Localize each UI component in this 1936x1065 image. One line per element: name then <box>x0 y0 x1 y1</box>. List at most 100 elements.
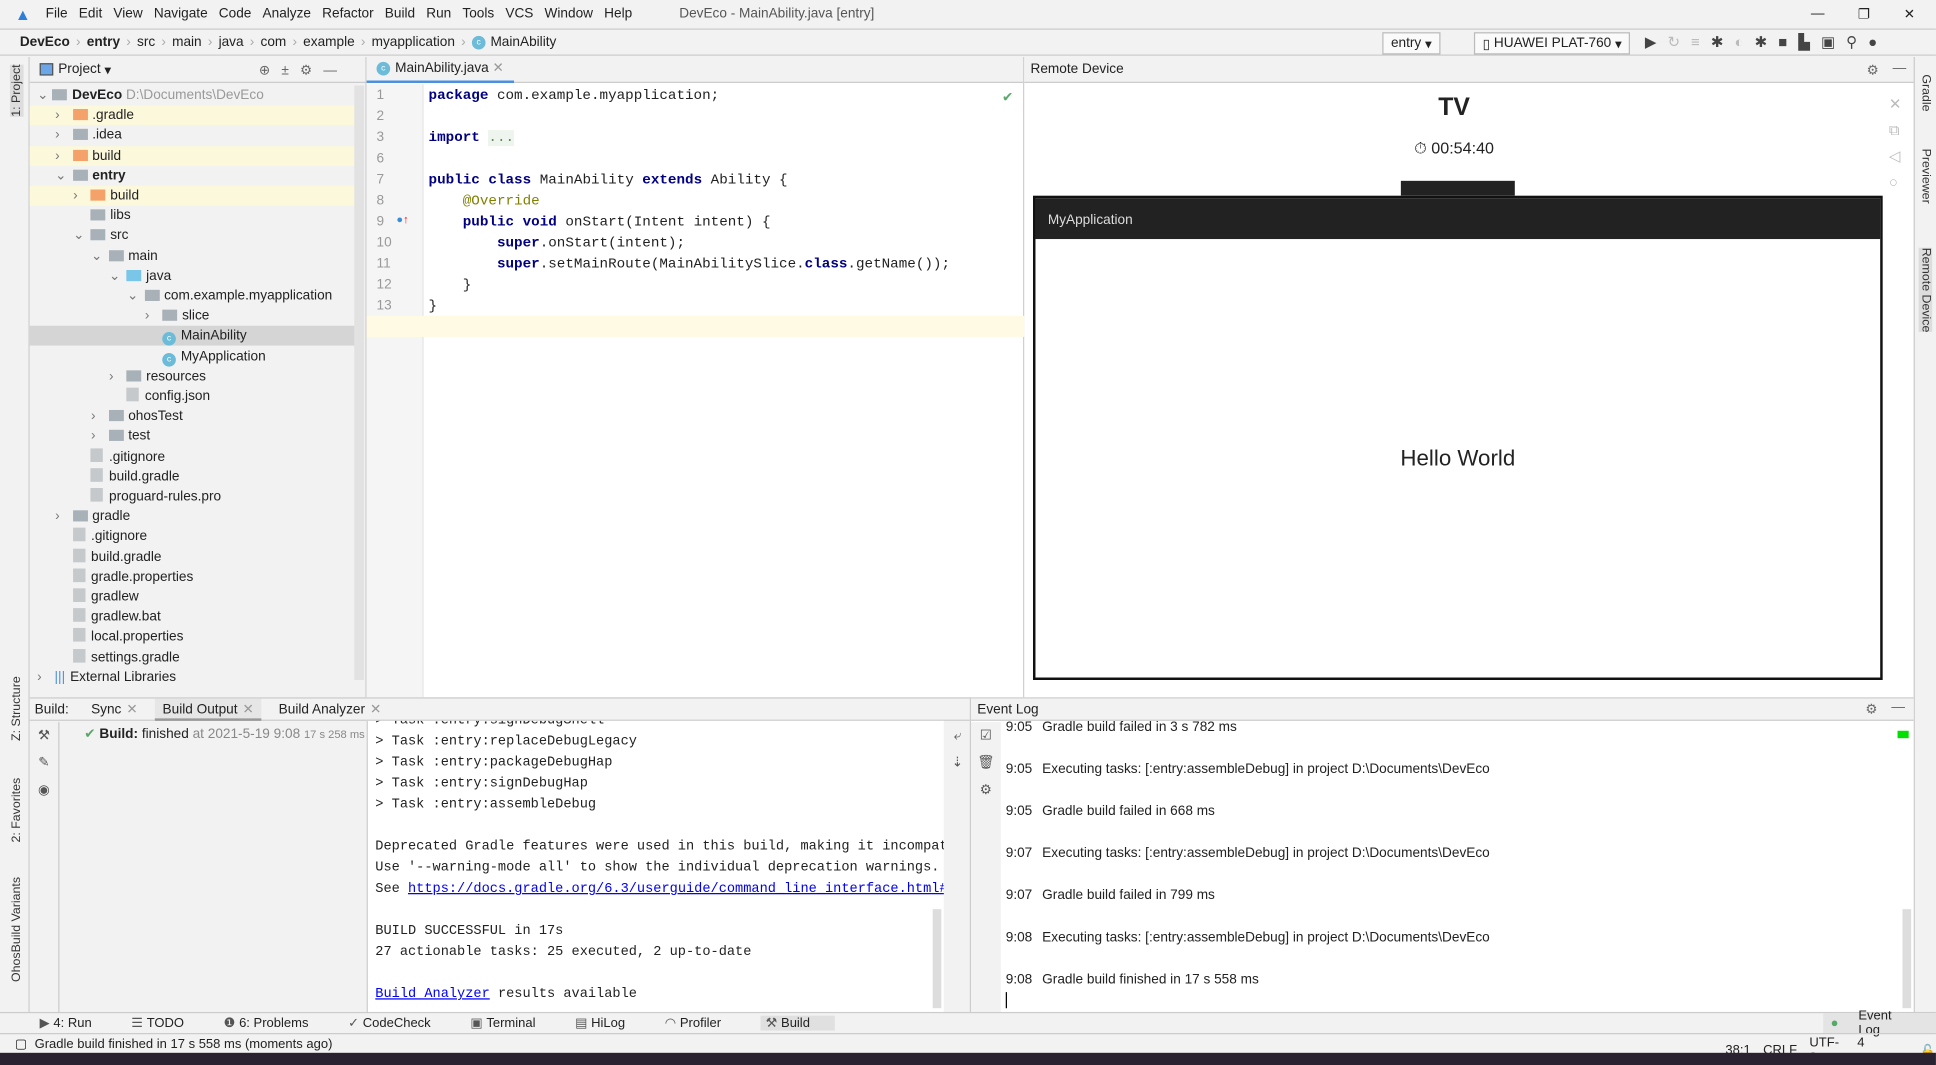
menu-tools[interactable]: Tools <box>462 6 494 21</box>
breadcrumb-item[interactable]: DevEco <box>20 35 70 50</box>
tree-item[interactable]: gradlew.bat <box>30 607 357 627</box>
tree-item[interactable]: local.properties <box>30 627 357 647</box>
event-log-toolbar[interactable]: ☑ 🗑 ⚙ <box>971 722 1001 1014</box>
close-tab-icon[interactable]: ✕ <box>370 702 381 717</box>
tree-item[interactable]: › slice <box>30 306 357 326</box>
tree-item[interactable]: ⌄ java <box>30 266 357 286</box>
chevron-right-icon[interactable]: › <box>55 126 72 146</box>
tree-item[interactable]: build.gradle <box>30 547 357 567</box>
project-tool-tab[interactable]: 1: Project <box>9 64 24 117</box>
event-log-button[interactable]: ● Event Log <box>1823 1008 1936 1038</box>
close-tab-icon[interactable]: ✕ <box>242 702 253 717</box>
tool-window-run[interactable]: ▶ 4: Run <box>40 1016 112 1031</box>
tree-item[interactable]: config.json <box>30 386 357 406</box>
build-analyzer-link[interactable]: Build Analyzer <box>375 987 489 1002</box>
menu-help[interactable]: Help <box>604 6 632 21</box>
tree-item[interactable]: › .gradle <box>29 105 357 126</box>
gradle-tool-tab[interactable]: Gradle <box>1919 74 1933 111</box>
close-tab-icon[interactable]: ✕ <box>493 57 504 79</box>
menu-file[interactable]: File <box>46 6 68 21</box>
breadcrumb-item[interactable]: entry <box>87 35 120 50</box>
project-structure-icon[interactable]: ▙ <box>1798 33 1809 50</box>
tree-item-root[interactable]: ⌄ DevEco D:\Documents\DevEco <box>30 85 357 105</box>
breadcrumb-item[interactable]: MainAbility <box>490 35 556 50</box>
event-log-list[interactable]: 9:05 Gradle build failed in 3 s 782 ms 9:0… <box>1001 720 1893 1013</box>
chevron-down-icon[interactable]: ⌄ <box>73 226 90 246</box>
tree-item[interactable]: c MyApplication <box>30 346 357 367</box>
tool-window-todo[interactable]: ☰ TODO <box>131 1016 204 1031</box>
tree-item[interactable]: › gradle <box>30 507 357 527</box>
restore-button[interactable]: ❐ <box>1858 6 1870 22</box>
chevron-down-icon[interactable]: ⌄ <box>55 166 72 186</box>
tree-item[interactable]: settings.gradle <box>30 647 357 667</box>
build-status[interactable]: ✔ Build: finished at 2021-5-19 9:08 17 s… <box>84 726 364 741</box>
close-button[interactable]: ✕ <box>1904 6 1915 22</box>
code-area[interactable]: package com.example.myapplication; import… <box>429 84 1024 697</box>
breadcrumb-item[interactable]: myapplication <box>372 35 455 50</box>
output-scrollbar[interactable] <box>932 909 942 1009</box>
tree-item[interactable]: proguard-rules.pro <box>30 487 357 507</box>
tree-item[interactable]: ⌄ com.example.myapplication <box>30 286 357 306</box>
chevron-right-icon[interactable]: › <box>91 406 108 426</box>
tree-item[interactable]: › build <box>29 145 357 166</box>
structure-tool-tab[interactable]: Z: Structure <box>10 676 24 741</box>
breadcrumb-item[interactable]: example <box>303 35 354 50</box>
menu-analyze[interactable]: Analyze <box>263 6 311 21</box>
tree-item[interactable]: .gitignore <box>30 447 357 467</box>
tree-item[interactable]: gradlew <box>30 587 357 607</box>
close-tab-icon[interactable]: ✕ <box>126 702 137 717</box>
device-controls[interactable]: ✕ ⧉ ◁ ○ <box>1889 92 1901 196</box>
build-side-toolbar[interactable]: ⚒ ✎ ◉ <box>30 722 60 1014</box>
breadcrumb-item[interactable]: src <box>137 35 155 50</box>
tree-item[interactable]: gradle.properties <box>30 567 357 587</box>
run-config-select[interactable]: entry ▾ <box>1382 32 1441 55</box>
tree-item[interactable]: › ohosTest <box>30 406 357 426</box>
tree-item[interactable]: › build <box>29 185 357 206</box>
menu-edit[interactable]: Edit <box>79 6 102 21</box>
log-scrollbar[interactable] <box>1902 909 1912 1009</box>
build-variants-tool-tab[interactable]: OhosBuild Variants <box>10 877 24 982</box>
menu-code[interactable]: Code <box>219 6 252 21</box>
tool-window-hilog[interactable]: ▤ HiLog <box>575 1016 645 1031</box>
profile-icon[interactable]: ✱ <box>1755 33 1767 50</box>
favorites-tool-tab[interactable]: 2: Favorites <box>10 778 24 843</box>
device-select[interactable]: ▯ HUAWEI PLAT-760 ▾ <box>1473 32 1631 55</box>
menu-run[interactable]: Run <box>426 6 451 21</box>
tool-window-terminal[interactable]: ▣ Terminal <box>470 1016 555 1031</box>
previewer-tool-tab[interactable]: Previewer <box>1919 149 1933 204</box>
menu-vcs[interactable]: VCS <box>505 6 533 21</box>
gradle-docs-link[interactable]: https://docs.gradle.org/6.3/userguide/co… <box>408 882 944 897</box>
rerun-icon[interactable]: ↻ <box>1667 33 1679 50</box>
chevron-down-icon[interactable]: ⌄ <box>109 266 126 286</box>
tree-item[interactable]: .gitignore <box>30 527 357 547</box>
menu-view[interactable]: View <box>113 6 142 21</box>
stop-icon[interactable]: ■ <box>1778 33 1787 50</box>
menu-build[interactable]: Build <box>385 6 415 21</box>
chevron-right-icon[interactable]: › <box>145 306 162 326</box>
chevron-down-icon[interactable]: ⌄ <box>91 246 108 266</box>
tool-window-profiler[interactable]: ◠ Profiler <box>665 1016 741 1031</box>
project-view-select[interactable]: Project <box>58 62 100 77</box>
output-toolbar[interactable]: ⤶ ⇣ <box>944 722 971 1013</box>
tree-item[interactable]: c MainAbility <box>29 326 357 347</box>
debug-icon[interactable]: ✱ <box>1711 33 1723 50</box>
breadcrumb-item[interactable]: com <box>261 35 287 50</box>
tool-window-build[interactable]: ⚒ Build <box>760 1015 835 1031</box>
tree-item[interactable]: › test <box>30 427 357 447</box>
chevron-right-icon[interactable]: › <box>55 106 72 126</box>
minimize-button[interactable]: — <box>1811 6 1825 21</box>
tool-window-codecheck[interactable]: ✓ CodeCheck <box>348 1016 450 1031</box>
breadcrumb-item[interactable]: main <box>172 35 202 50</box>
tree-item[interactable]: ⌄ src <box>30 226 357 246</box>
menu-window[interactable]: Window <box>545 6 593 21</box>
chevron-right-icon[interactable]: › <box>91 427 108 447</box>
hide-icon[interactable]: — <box>1891 700 1905 715</box>
tree-item[interactable]: libs <box>30 206 357 226</box>
search-icon[interactable]: ⚲ <box>1846 33 1857 50</box>
chevron-right-icon[interactable]: › <box>37 667 54 687</box>
chevron-right-icon[interactable]: › <box>55 507 72 527</box>
chevron-right-icon[interactable]: › <box>109 366 126 386</box>
run-icon[interactable]: ▶ <box>1645 33 1656 50</box>
attach-icon[interactable]: ◐ <box>1735 33 1744 50</box>
build-tab-build-analyzer[interactable]: Build Analyzer ✕ <box>271 698 389 720</box>
